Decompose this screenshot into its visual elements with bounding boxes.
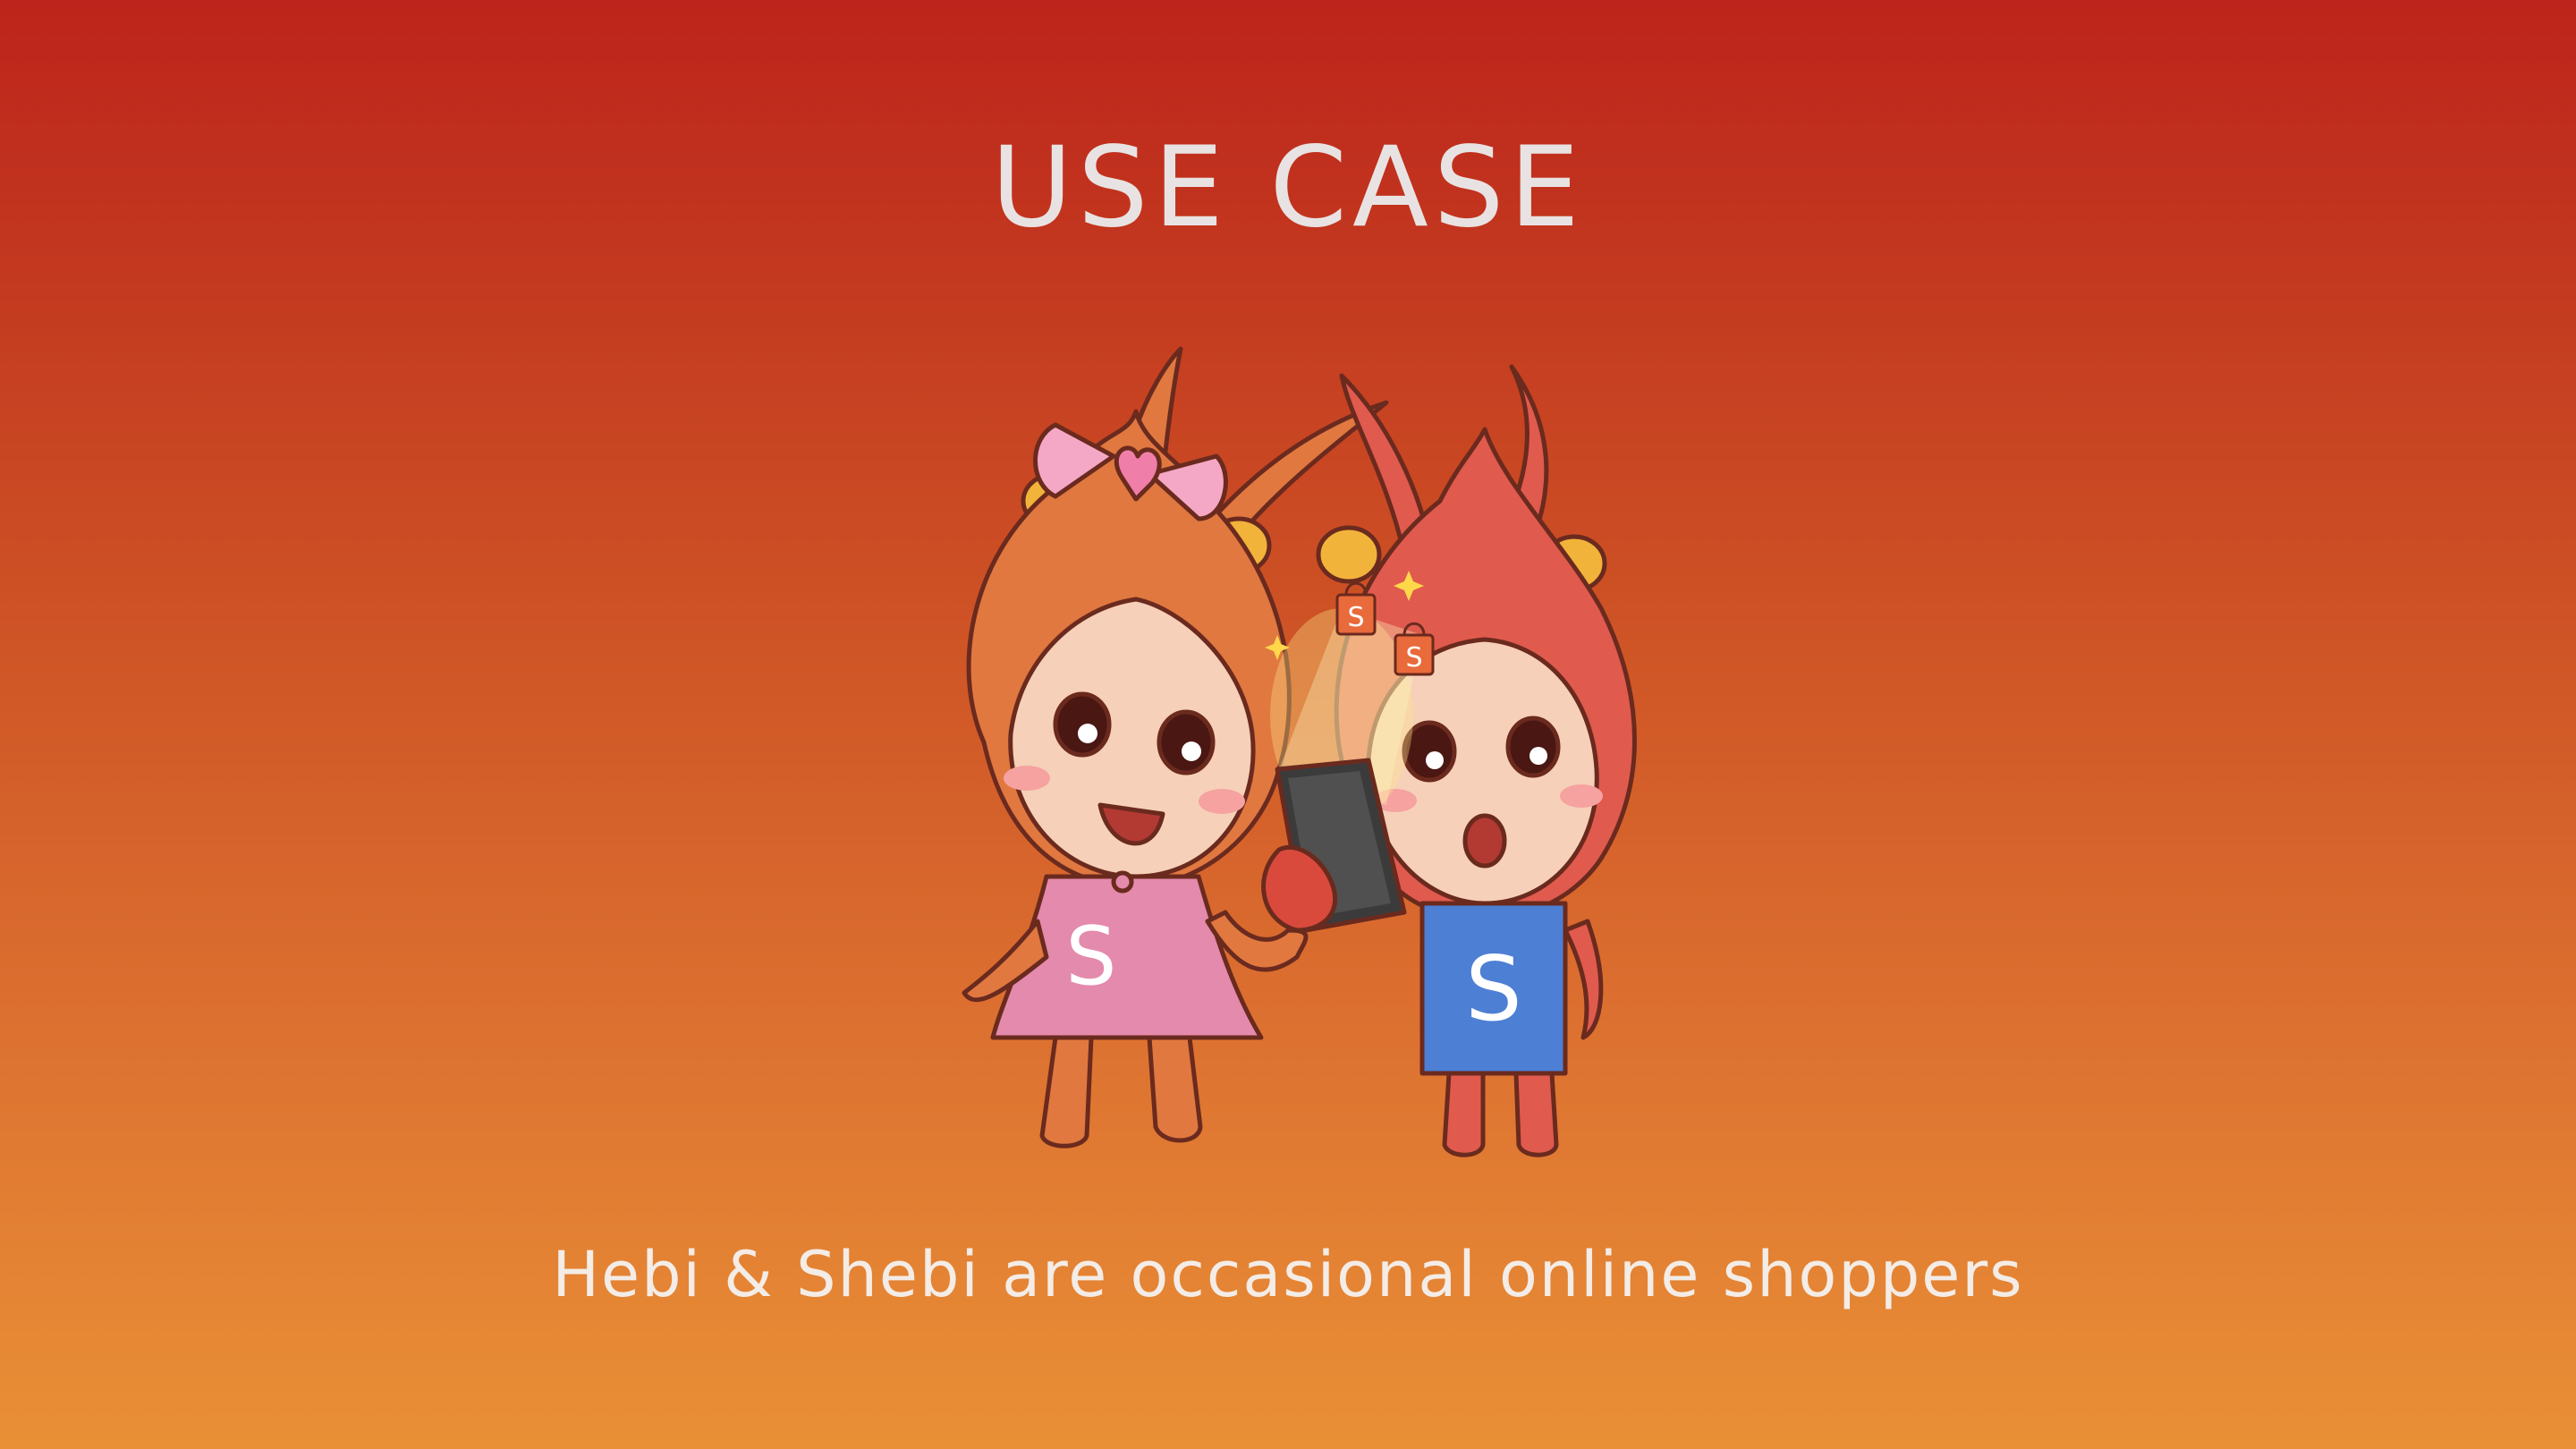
slide-title: USE CASE <box>991 123 1585 252</box>
boy-shirt-letter: S <box>1465 936 1521 1041</box>
bag-letter: S <box>1405 642 1422 674</box>
girl-shirt-letter: S <box>1065 910 1116 1004</box>
mascot-illustration: S S S S <box>921 340 1708 1181</box>
slide-caption: Hebi & Shebi are occasional online shopp… <box>552 1238 2024 1311</box>
bag-letter: S <box>1347 602 1364 633</box>
